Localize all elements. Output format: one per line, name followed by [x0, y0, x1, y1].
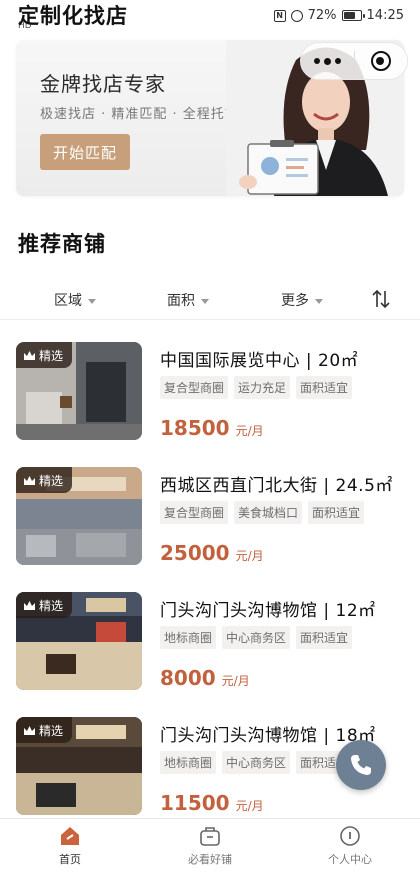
tab-label: 个人中心 [328, 853, 372, 866]
shop-title: 中国国际展览中心 | 20㎡ [160, 351, 359, 371]
tag: 运力充足 [234, 376, 291, 399]
price-unit: 元/月 [235, 799, 264, 813]
filter-size[interactable]: 面积 [167, 290, 209, 310]
filter-label: 面积 [167, 293, 195, 309]
tab-label: 首页 [59, 853, 81, 866]
tab-label: 必看好铺 [188, 853, 232, 866]
tab-must-see-shops[interactable]: 必看好铺 [160, 825, 260, 867]
battery-percent: 72% [307, 8, 337, 23]
tag: 地标商圈 [160, 626, 217, 649]
list-item[interactable]: 精选 西城区西直门北大街 | 24.5㎡ 复合型商圈 美食城档口 面积适宜 25… [0, 463, 420, 573]
shop-title: 西城区西直门北大街 | 24.5㎡ [160, 476, 393, 496]
badge-label: 精选 [39, 598, 64, 613]
tag: 复合型商圈 [160, 501, 229, 524]
tag: 面积适宜 [308, 501, 365, 524]
list-item[interactable]: 精选 中国国际展览中心 | 20㎡ 复合型商圈 运力充足 面积适宜 18500 … [0, 338, 420, 448]
filter-bar: 区域 面积 更多 [0, 284, 420, 320]
caret-down-icon [88, 298, 96, 304]
miniprogram-capsule [300, 42, 408, 80]
badge-label: 精选 [39, 348, 64, 363]
shop-photo: 精选 [16, 467, 142, 565]
home-icon [61, 827, 79, 845]
tab-home[interactable]: 首页 [20, 825, 120, 867]
bag-icon [200, 827, 220, 846]
clock: 14:25 [366, 8, 404, 23]
banner-title: 金牌找店专家 [40, 72, 166, 96]
section-title-recommended: 推荐商铺 [18, 232, 106, 256]
tag-list: 复合型商圈 美食城档口 面积适宜 [160, 501, 365, 524]
price-row: 8000 元/月 [160, 666, 250, 690]
filter-label: 更多 [281, 293, 309, 309]
banner-subtitle: 极速找店 · 精准匹配 · 全程托管 [40, 107, 239, 122]
shop-photo: 精选 [16, 342, 142, 440]
filter-more[interactable]: 更多 [281, 290, 323, 310]
status-icons: N 72% 14:25 [273, 8, 404, 23]
tag: 复合型商圈 [160, 376, 229, 399]
featured-badge: 精选 [16, 717, 73, 743]
featured-badge: 精选 [16, 592, 73, 618]
nfc-icon: N [273, 9, 286, 22]
battery-fill [343, 12, 356, 19]
more-dot-icon [334, 58, 341, 64]
tag-list: 地标商圈 中心商务区 面积适宜 [160, 751, 353, 774]
tag-list: 地标商圈 中心商务区 面积适宜 [160, 626, 353, 649]
rent-price: 25000 [160, 541, 230, 565]
tag: 地标商圈 [160, 751, 217, 774]
tab-profile[interactable]: 个人中心 [300, 825, 400, 867]
more-dot-icon [323, 57, 331, 65]
caret-down-icon [201, 298, 209, 304]
shop-photo: 精选 [16, 592, 142, 690]
caret-down-icon [315, 298, 323, 304]
target-icon [370, 51, 391, 71]
featured-badge: 精选 [16, 342, 73, 368]
price-unit: 元/月 [235, 549, 264, 563]
alarm-icon [290, 9, 303, 22]
price-row: 11500 元/月 [160, 791, 264, 815]
price-unit: 元/月 [221, 674, 250, 688]
profile-icon [340, 826, 360, 846]
filter-area[interactable]: 区域 [54, 290, 96, 310]
crown-icon [24, 475, 35, 485]
phone-icon [351, 755, 371, 775]
rent-price: 8000 [160, 666, 216, 690]
tag-list: 复合型商圈 运力充足 面积适宜 [160, 376, 353, 399]
featured-badge: 精选 [16, 467, 73, 493]
list-item[interactable]: 精选 门头沟门头沟博物馆 | 12㎡ 地标商圈 中心商务区 面积适宜 8000 … [0, 588, 420, 698]
crown-icon [24, 600, 35, 610]
shop-photo: 精选 [16, 717, 142, 815]
price-unit: 元/月 [235, 424, 264, 438]
tag: 中心商务区 [222, 626, 291, 649]
page-title: 定制化找店 [18, 4, 128, 28]
battery-icon [341, 10, 365, 21]
call-button[interactable] [336, 740, 386, 790]
price-row: 25000 元/月 [160, 541, 264, 565]
shop-title: 门头沟门头沟博物馆 | 12㎡ [160, 601, 376, 621]
price-row: 18500 元/月 [160, 416, 264, 440]
bottom-tab-bar: 首页 必看好铺 个人中心 [0, 818, 420, 873]
sort-icon[interactable] [370, 288, 392, 310]
badge-label: 精选 [39, 723, 64, 738]
crown-icon [24, 725, 35, 735]
tag: 面积适宜 [296, 376, 353, 399]
more-menu-button[interactable] [301, 43, 354, 79]
crown-icon [24, 350, 35, 360]
start-match-button[interactable]: 开始匹配 [40, 134, 130, 170]
filter-label: 区域 [54, 293, 82, 309]
rent-price: 18500 [160, 416, 230, 440]
rent-price: 11500 [160, 791, 230, 815]
close-miniprogram-button[interactable] [354, 43, 407, 79]
more-dot-icon [313, 58, 320, 64]
badge-label: 精选 [39, 473, 64, 488]
tag: 美食城档口 [234, 501, 303, 524]
tag: 中心商务区 [222, 751, 291, 774]
shop-title: 门头沟门头沟博物馆 | 18㎡ [160, 726, 376, 746]
tag: 面积适宜 [296, 626, 353, 649]
